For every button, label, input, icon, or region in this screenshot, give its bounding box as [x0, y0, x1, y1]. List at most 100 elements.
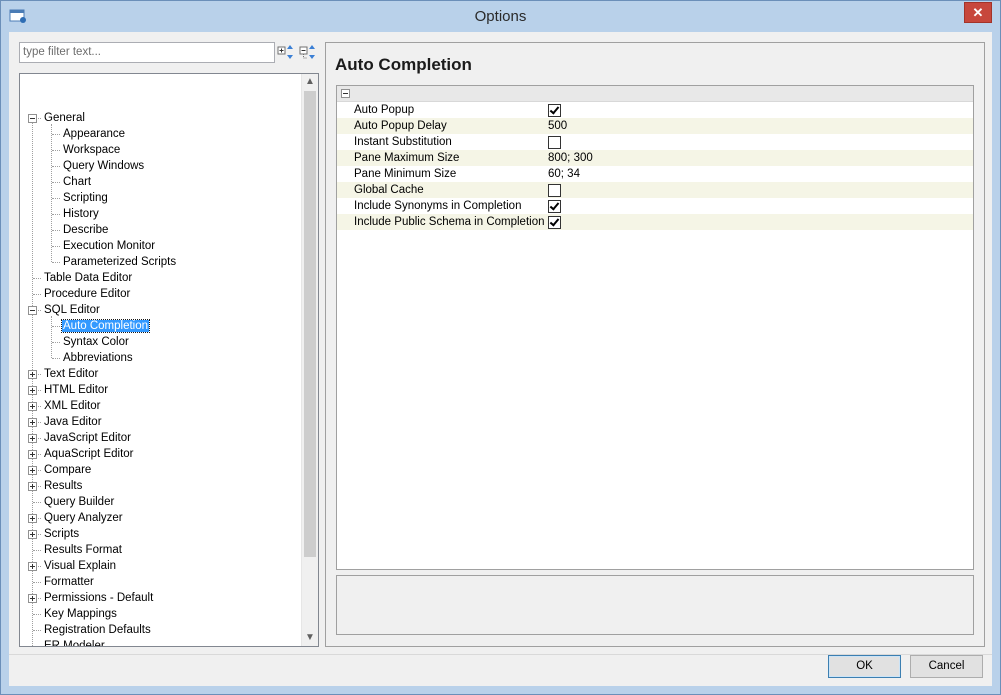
property-value[interactable]: 60; 34	[548, 166, 580, 182]
tree-item[interactable]: Auto Completion	[60, 318, 151, 334]
property-row[interactable]: Include Public Schema in Completion	[337, 214, 973, 230]
expand-node-icon[interactable]	[28, 594, 37, 603]
tree-item[interactable]: Chart	[62, 174, 92, 190]
tree-item[interactable]: Execution Monitor	[62, 238, 156, 254]
tree-item[interactable]: History	[62, 206, 100, 222]
expand-node-icon[interactable]	[28, 562, 37, 571]
tree-item-label: Query Windows	[63, 160, 145, 172]
tree-item[interactable]: AquaScript Editor	[43, 446, 135, 462]
expand-node-icon[interactable]	[28, 482, 37, 491]
property-value[interactable]: 800; 300	[548, 150, 593, 166]
property-value[interactable]: 500	[548, 118, 567, 134]
close-button[interactable]: ✕	[964, 2, 992, 23]
scroll-thumb[interactable]	[304, 91, 316, 557]
property-name: Pane Maximum Size	[354, 152, 460, 164]
tree-item-label: ER Modeler	[44, 640, 105, 647]
property-grid-header	[337, 86, 973, 102]
tree-item[interactable]: Procedure Editor	[43, 286, 131, 302]
tree-item[interactable]: Text Editor	[43, 366, 99, 382]
dialog-body: General Appearance Workspace Query Windows C…	[9, 32, 992, 686]
tree-item-label: Query Builder	[44, 496, 115, 508]
collapse-node-icon[interactable]	[28, 306, 37, 315]
tree-item-label: Results Format	[44, 544, 122, 556]
tree-item-label: Java Editor	[44, 416, 102, 428]
property-checkbox[interactable]	[548, 104, 561, 117]
tree-scrollbar[interactable]: ▲ ▼	[301, 74, 318, 646]
property-row[interactable]: Pane Minimum Size 60; 34	[337, 166, 973, 182]
property-row[interactable]: Auto Popup	[337, 102, 973, 118]
collapse-all-icon[interactable]	[299, 43, 317, 61]
tree-item[interactable]: Workspace	[62, 142, 121, 158]
expand-node-icon[interactable]	[28, 514, 37, 523]
expand-all-icon[interactable]	[277, 43, 295, 61]
tree-item[interactable]: Appearance	[62, 126, 126, 142]
tree-item-label: SQL Editor	[44, 304, 100, 316]
tree-item[interactable]: ER Modeler	[43, 638, 106, 647]
cancel-button[interactable]: Cancel	[910, 655, 983, 678]
collapse-group-icon[interactable]	[341, 89, 350, 98]
tree-item[interactable]: Key Mappings	[43, 606, 118, 622]
tree-item[interactable]: JavaScript Editor	[43, 430, 132, 446]
tree-item-label: Scripts	[44, 528, 80, 540]
property-row[interactable]: Instant Substitution	[337, 134, 973, 150]
property-name: Global Cache	[354, 184, 424, 196]
property-checkbox[interactable]	[548, 184, 561, 197]
tree-item[interactable]: Compare	[43, 462, 92, 478]
tree-item[interactable]: Scripting	[62, 190, 109, 206]
scroll-down-icon[interactable]: ▼	[302, 630, 318, 646]
expand-node-icon[interactable]	[28, 370, 37, 379]
tree-item[interactable]: Parameterized Scripts	[62, 254, 177, 270]
tree-item-label: Parameterized Scripts	[63, 256, 177, 268]
tree-item[interactable]: Query Builder	[43, 494, 115, 510]
tree-item[interactable]: Registration Defaults	[43, 622, 152, 638]
tree-item-label: Auto Completion	[60, 319, 151, 333]
property-checkbox[interactable]	[548, 200, 561, 213]
options-tree[interactable]: General Appearance Workspace Query Windows C…	[19, 73, 319, 647]
expand-node-icon[interactable]	[28, 402, 37, 411]
tree-item-label: Compare	[44, 464, 92, 476]
tree-item-label: Results	[44, 480, 83, 492]
ok-button[interactable]: OK	[828, 655, 901, 678]
filter-input[interactable]	[19, 42, 275, 63]
tree-item[interactable]: Table Data Editor	[43, 270, 133, 286]
tree-item-label: Table Data Editor	[44, 272, 133, 284]
property-name: Auto Popup Delay	[354, 120, 447, 132]
property-row[interactable]: Include Synonyms in Completion	[337, 198, 973, 214]
collapse-node-icon[interactable]	[28, 114, 37, 123]
tree-item[interactable]: Syntax Color	[62, 334, 130, 350]
property-name: Include Synonyms in Completion	[354, 200, 522, 212]
expand-node-icon[interactable]	[28, 434, 37, 443]
property-name: Pane Minimum Size	[354, 168, 457, 180]
scroll-up-icon[interactable]: ▲	[302, 74, 318, 90]
tree-item[interactable]: Results Format	[43, 542, 123, 558]
expand-node-icon[interactable]	[28, 386, 37, 395]
tree-item[interactable]: HTML Editor	[43, 382, 109, 398]
property-row[interactable]: Global Cache	[337, 182, 973, 198]
tree-item[interactable]: Query Analyzer	[43, 510, 124, 526]
property-grid: Auto Popup Auto Popup Delay 500 Instant Sub…	[336, 85, 974, 570]
title-bar[interactable]: Options ✕	[1, 1, 1000, 32]
tree-item[interactable]: General	[43, 110, 86, 126]
tree-item[interactable]: SQL Editor	[43, 302, 101, 318]
tree-item[interactable]: Java Editor	[43, 414, 103, 430]
property-checkbox[interactable]	[548, 136, 561, 149]
options-window: Options ✕ General Appearance Workspace Quer…	[0, 0, 1001, 695]
expand-node-icon[interactable]	[28, 530, 37, 539]
tree-item[interactable]: Permissions - Default	[43, 590, 154, 606]
expand-node-icon[interactable]	[28, 466, 37, 475]
tree-item[interactable]: Query Windows	[62, 158, 145, 174]
tree-item[interactable]: Formatter	[43, 574, 95, 590]
tree-item[interactable]: Visual Explain	[43, 558, 117, 574]
property-checkbox[interactable]	[548, 216, 561, 229]
tree-item[interactable]: Describe	[62, 222, 109, 238]
property-row[interactable]: Auto Popup Delay 500	[337, 118, 973, 134]
tree-item[interactable]: XML Editor	[43, 398, 101, 414]
expand-node-icon[interactable]	[28, 418, 37, 427]
property-row[interactable]: Pane Maximum Size 800; 300	[337, 150, 973, 166]
expand-node-icon[interactable]	[28, 450, 37, 459]
tree-item[interactable]: Abbreviations	[62, 350, 134, 366]
tree-item-label: AquaScript Editor	[44, 448, 134, 460]
tree-item[interactable]: Scripts	[43, 526, 80, 542]
tree-item[interactable]: Results	[43, 478, 83, 494]
tree-item-label: HTML Editor	[44, 384, 109, 396]
